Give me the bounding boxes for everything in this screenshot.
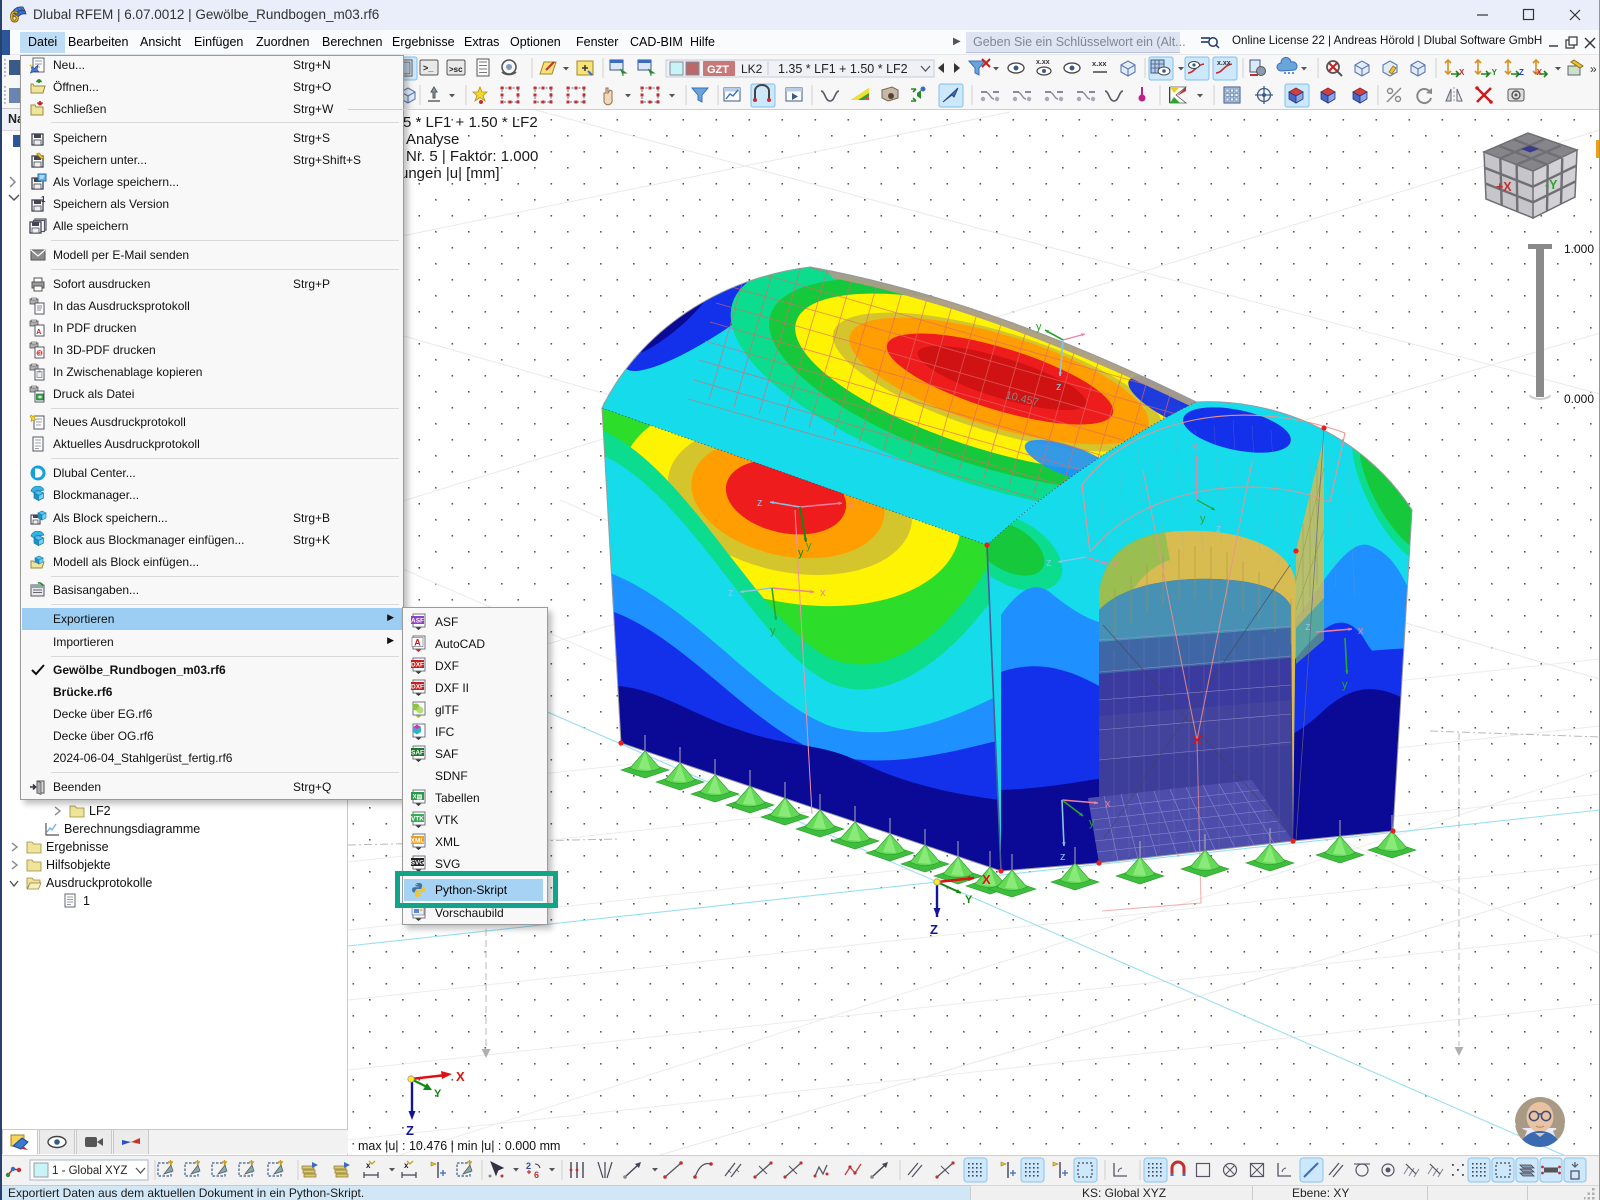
svg-text:X: X [456,1069,465,1084]
svg-text:Analyse: Analyse [406,131,459,148]
svg-text:Y: Y [434,1088,442,1100]
svg-text:y: y [1089,817,1095,829]
svg-text:DXF: DXF [411,662,424,669]
svg-text:y: y [770,625,776,637]
svg-text:y: y [798,547,804,559]
svg-text:z: z [757,497,763,509]
svg-text:x: x [1112,559,1118,571]
svg-text:1 - Global XYZ: 1 - Global XYZ [52,1165,127,1177]
svg-text:Nr. 5 | Faktor: 1.000: Nr. 5 | Faktor: 1.000 [406,148,538,165]
svg-text:Y: Y [965,894,973,906]
svg-text:-Y: -Y [1545,178,1558,192]
svg-text:ASF: ASF [411,618,424,625]
svg-text:x: x [1192,441,1198,453]
svg-text:VTK: VTK [411,816,424,823]
svg-text:x: x [1358,625,1364,637]
svg-text:x: x [848,498,854,510]
svg-text:SVG: SVG [411,860,425,867]
svg-text:-X: -X [1534,68,1543,77]
svg-text:SAF: SAF [411,750,424,757]
svg-text:y: y [1342,679,1348,691]
svg-text:A: A [414,638,421,648]
svg-text:Z: Z [1519,68,1524,77]
svg-text:x: x [1105,798,1111,810]
svg-text:5 * LF1 + 1.50 * LF2: 5 * LF1 + 1.50 * LF2 [403,114,538,131]
svg-text:6: 6 [534,1170,539,1180]
svg-text:»: » [1590,62,1597,76]
svg-text:z: z [1305,621,1311,633]
svg-text:A: A [36,329,41,336]
svg-text:6: 6 [10,9,19,25]
svg-text:x.xx: x.xx [1036,59,1050,66]
svg-text:X: X [1459,68,1465,77]
svg-text:z: z [1056,381,1062,393]
svg-text:ungen |u| [mm]: ungen |u| [mm] [400,165,500,182]
svg-text:LK2: LK2 [741,62,763,76]
svg-text:z: z [728,587,734,599]
svg-text:y: y [1036,321,1042,333]
svg-text:+X: +X [1496,180,1512,194]
svg-text:0.000: 0.000 [1564,392,1594,406]
svg-text:z: z [1046,557,1052,569]
svg-text:XML: XML [411,838,425,845]
svg-text:>sc: >sc [449,65,463,74]
svg-text:1.000: 1.000 [1564,242,1594,256]
svg-text:z: z [1060,851,1066,863]
svg-text:2: 2 [526,1161,531,1171]
svg-text:-Y: -Y [1489,68,1498,77]
svg-text:y: y [1200,513,1206,525]
svg-text:>_: >_ [423,63,434,73]
svg-text:1: 1 [41,195,46,204]
svg-text:x.xx: x.xx [1217,60,1231,67]
svg-text:z: z [1216,523,1222,535]
svg-text:X▤: X▤ [413,795,423,801]
svg-text:Z: Z [406,1123,414,1138]
svg-text:1.35 * LF1 + 1.50 * LF2: 1.35 * LF1 + 1.50 * LF2 [778,62,908,76]
svg-text:y: y [806,540,812,552]
svg-text:x.xx: x.xx [1092,59,1107,68]
svg-text:GZT: GZT [707,64,729,76]
svg-text:DXF: DXF [411,684,424,691]
svg-text:X: X [982,872,991,887]
svg-text:x: x [820,587,826,599]
svg-text:max |u| : 10.476 | min |u| : 0: max |u| : 10.476 | min |u| : 0.000 mm [358,1139,560,1153]
svg-text:Z: Z [930,922,938,937]
